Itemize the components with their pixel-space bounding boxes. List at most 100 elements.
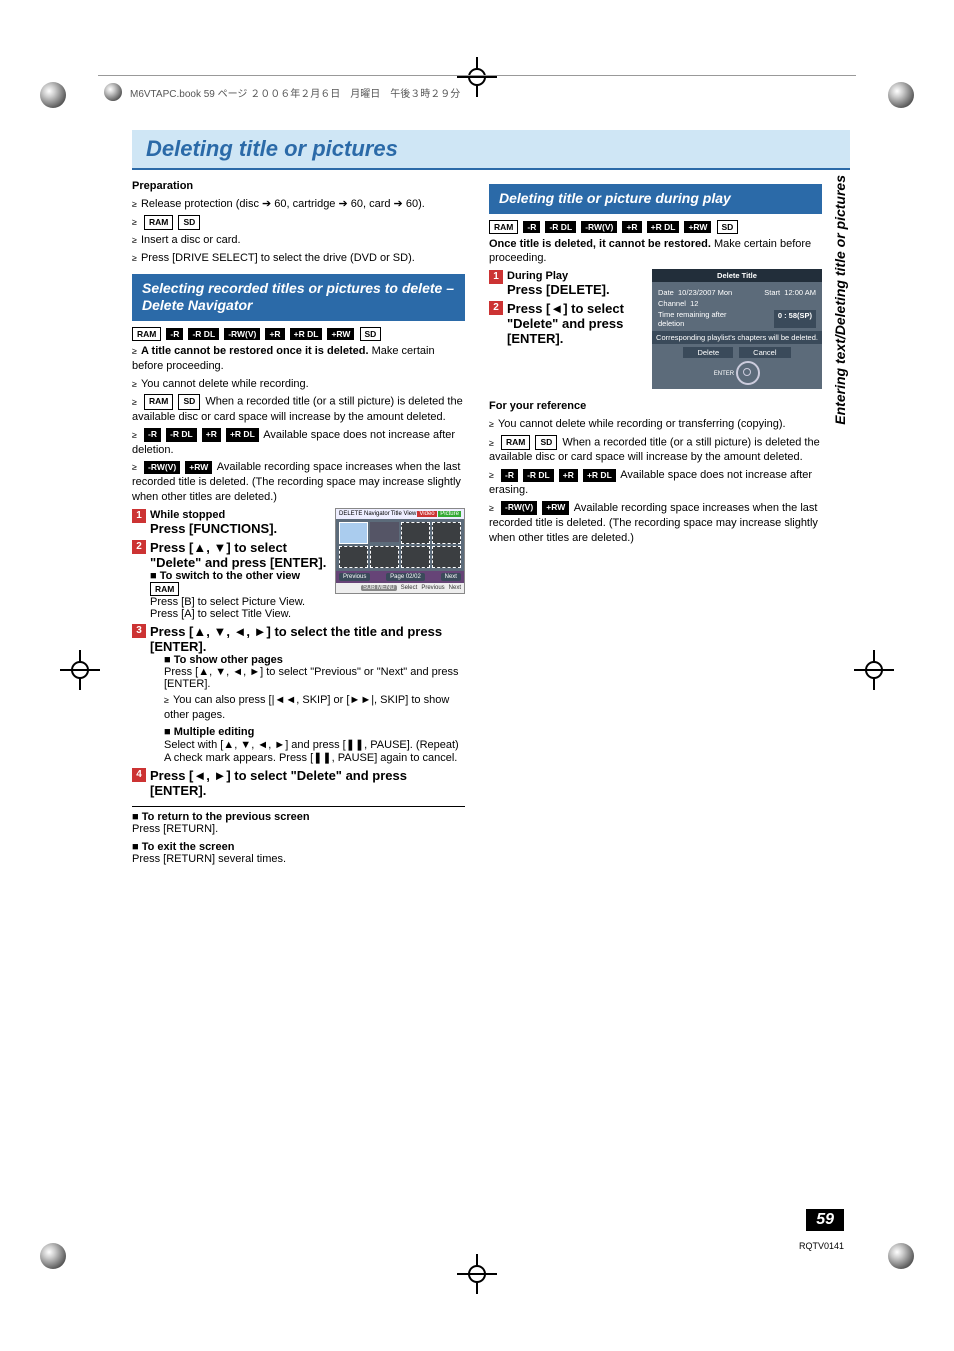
return-text: Press [RETURN]. [132,823,465,835]
panel-start-label: Start [764,288,780,297]
reg-ball-br [888,1243,914,1269]
nav-cell [432,522,461,544]
badge: +R [202,428,221,441]
nav-prev2: Previous [421,585,444,591]
reg-ball-tl [40,82,66,108]
ref-item: -R -R DL +R +R DL Available space does n… [489,468,822,498]
step-num: 1 [489,270,503,284]
step-pre: During Play [507,270,642,282]
nav-next2: Next [449,585,461,591]
header-text: M6VTAPC.book 59 ページ ２００６年２月６日 月曜日 午後３時２９… [130,85,460,100]
step-pre: While stopped [150,509,327,521]
section-b-heading: Deleting title or picture during play [489,184,822,214]
step-action: Press [DELETE]. [507,282,642,297]
step-num: 3 [132,624,146,638]
badge: -R [144,428,161,441]
ref-heading: For your reference [489,399,822,414]
badge: +RW [327,328,354,340]
step2-sub-a: Press [B] to select Picture View. [150,596,327,608]
step-num: 2 [489,301,503,315]
panel-cancel-btn: Cancel [739,347,790,358]
badge: -R [501,469,518,482]
header-meta: M6VTAPC.book 59 ページ ２００６年２月６日 月曜日 午後３時２９… [104,83,460,101]
bullet: You cannot delete while recording. [132,377,465,392]
step-action: Press [▲, ▼] to select "Delete" and pres… [150,540,327,570]
page-title: Deleting title or pictures [132,130,850,170]
badge: +R DL [290,328,323,340]
section-b-warn: Once title is deleted, it cannot be rest… [489,237,822,267]
badge: -R DL [188,328,219,340]
badge-sd: SD [178,215,200,230]
nav-select: Select [401,585,418,591]
step-3: 3 Press [▲, ▼, ◄, ►] to select the title… [132,624,465,764]
ref-item: -RW(V) +RW Available recording space inc… [489,501,822,546]
badge: -R [166,328,183,340]
panel-title: Delete Title [652,269,822,282]
nav-chip-video: Video [417,511,436,517]
nav-cell [401,546,430,568]
badge: -R DL [166,428,197,441]
panel-enter-label: ENTER [714,371,734,377]
nav-cell [432,546,461,568]
panel-ch-val: 12 [690,299,698,308]
nav-cell [339,522,368,544]
bullet: -RW(V) +RW Available recording space inc… [132,460,465,505]
page-number: 59 [806,1209,844,1231]
step-b2: 2 Press [◄] to select "Delete" and press… [489,301,642,346]
prep-item-badges: RAM SD [132,215,465,230]
section-b-badges: RAM -R -R DL -RW(V) +R +R DL +RW SD [489,220,822,234]
delete-title-panel: Delete Title Date 10/23/2007 Mon Start 1… [652,269,822,389]
badge: +R DL [226,428,259,441]
bullet: -R -R DL +R +R DL Available space does n… [132,428,465,458]
panel-tr-val: 0 : 58(SP) [774,310,816,328]
step-action: Press [◄, ►] to select "Delete" and pres… [150,768,465,798]
badge: +RW [185,461,212,474]
nav-title-right: Title View [391,511,417,517]
exit-heading: ■ To exit the screen [132,841,465,853]
badge: RAM [144,394,173,409]
sub-bullet: You can also press [|◄◄, SKIP] or [►►|, … [164,693,465,723]
reg-ball-bl [40,1243,66,1269]
step-4: 4 Press [◄, ►] to select "Delete" and pr… [132,768,465,798]
nav-chip-picture: Picture [438,511,461,517]
badge: -R DL [545,221,576,233]
ref-item: You cannot delete while recording or tra… [489,417,822,432]
nav-title-left: DELETE Navigator [339,511,390,517]
nav-cell [401,522,430,544]
badge: +R DL [647,221,680,233]
badge: SD [360,327,382,341]
prep-item: Release protection (disc ➔ 60, cartridge… [132,197,465,212]
reg-cross-bottom [462,1259,492,1289]
badge: -RW(V) [144,461,180,474]
reg-ball-tr [888,82,914,108]
nav-cell [370,546,399,568]
badge: +RW [684,221,711,233]
return-heading: ■ To return to the previous screen [132,811,465,823]
prep-item: Press [DRIVE SELECT] to select the drive… [132,251,465,266]
reg-ball-header [104,83,122,101]
badge: RAM [150,582,179,596]
ref-item: RAM SD When a recorded title (or a still… [489,435,822,465]
badge: -R [523,221,540,233]
badge: -R DL [523,469,554,482]
section-a-heading: Selecting recorded titles or pictures to… [132,274,465,321]
sub-text: Select with [▲, ▼, ◄, ►] and press [❚❚, … [164,738,465,751]
sub-text: Press [▲, ▼, ◄, ►] to select "Previous" … [164,666,465,690]
badge: -RW(V) [224,328,260,340]
badge: +R [559,469,578,482]
sub-text: A check mark appears. Press [❚❚, PAUSE] … [164,751,465,764]
step2-sub-heading: ■ To switch to the other view RAM [150,570,327,596]
nav-cell [370,522,399,542]
badge: RAM [489,220,518,234]
exit-text: Press [RETURN] several times. [132,853,465,865]
panel-tr-label: Time remaining after deletion [658,310,748,328]
panel-date-val: 10/23/2007 Mon [678,288,732,297]
badge: +RW [542,501,569,514]
step-action: Press [FUNCTIONS]. [150,521,327,536]
badge: -RW(V) [501,501,537,514]
badge: +R [265,328,284,340]
side-tab-label: Entering text/Deleting title or pictures [832,175,848,425]
step-num: 2 [132,540,146,554]
bullet: RAM SD When a recorded title (or a still… [132,394,465,424]
sub-heading: ■ To show other pages [164,654,465,666]
